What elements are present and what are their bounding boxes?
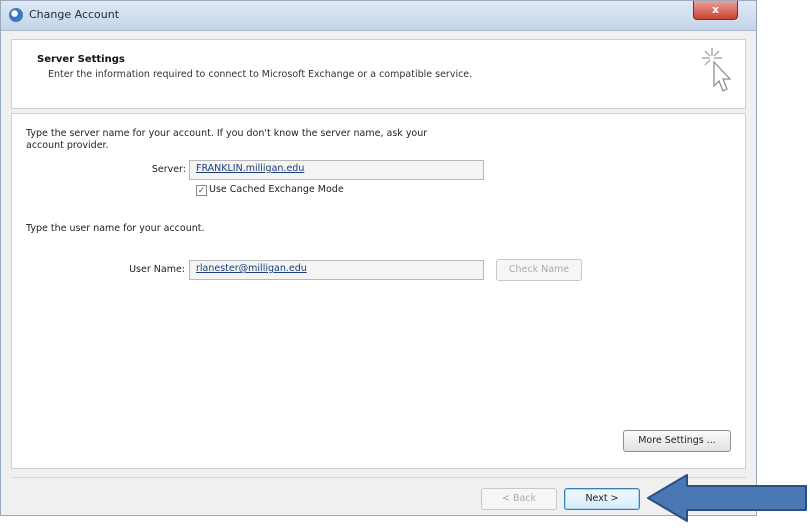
back-button[interactable]: < Back <box>481 488 557 510</box>
user-name-input[interactable]: rlanester@milligan.edu <box>189 260 484 280</box>
wizard-header: Server Settings Enter the information re… <box>11 39 746 109</box>
settings-panel: Type the server name for your account. I… <box>11 113 746 469</box>
close-button[interactable]: x <box>693 1 738 20</box>
next-button[interactable]: Next > <box>564 488 640 510</box>
check-name-button[interactable]: Check Name <box>496 259 582 281</box>
server-instruction: Type the server name for your account. I… <box>26 128 428 151</box>
footer-divider <box>11 477 746 478</box>
page-title: Server Settings <box>37 54 125 65</box>
more-settings-button[interactable]: More Settings ... <box>623 430 731 452</box>
title-bar: Change Account x <box>1 1 756 31</box>
change-account-dialog: Change Account x Server Settings Enter t… <box>0 0 757 516</box>
server-label: Server: <box>151 164 186 175</box>
outlook-app-icon <box>9 8 23 22</box>
cached-mode-checkbox[interactable]: ✓ <box>196 185 207 196</box>
page-description: Enter the information required to connec… <box>48 69 473 80</box>
window-title: Change Account <box>29 8 120 21</box>
user-instruction: Type the user name for your account. <box>26 223 205 234</box>
cursor-sparkle-icon <box>702 48 732 92</box>
user-name-label: User Name: <box>129 264 185 275</box>
pointer-arrow-icon <box>647 474 807 522</box>
server-input[interactable]: FRANKLIN.milligan.edu <box>189 160 484 180</box>
cached-mode-label: Use Cached Exchange Mode <box>209 184 344 195</box>
